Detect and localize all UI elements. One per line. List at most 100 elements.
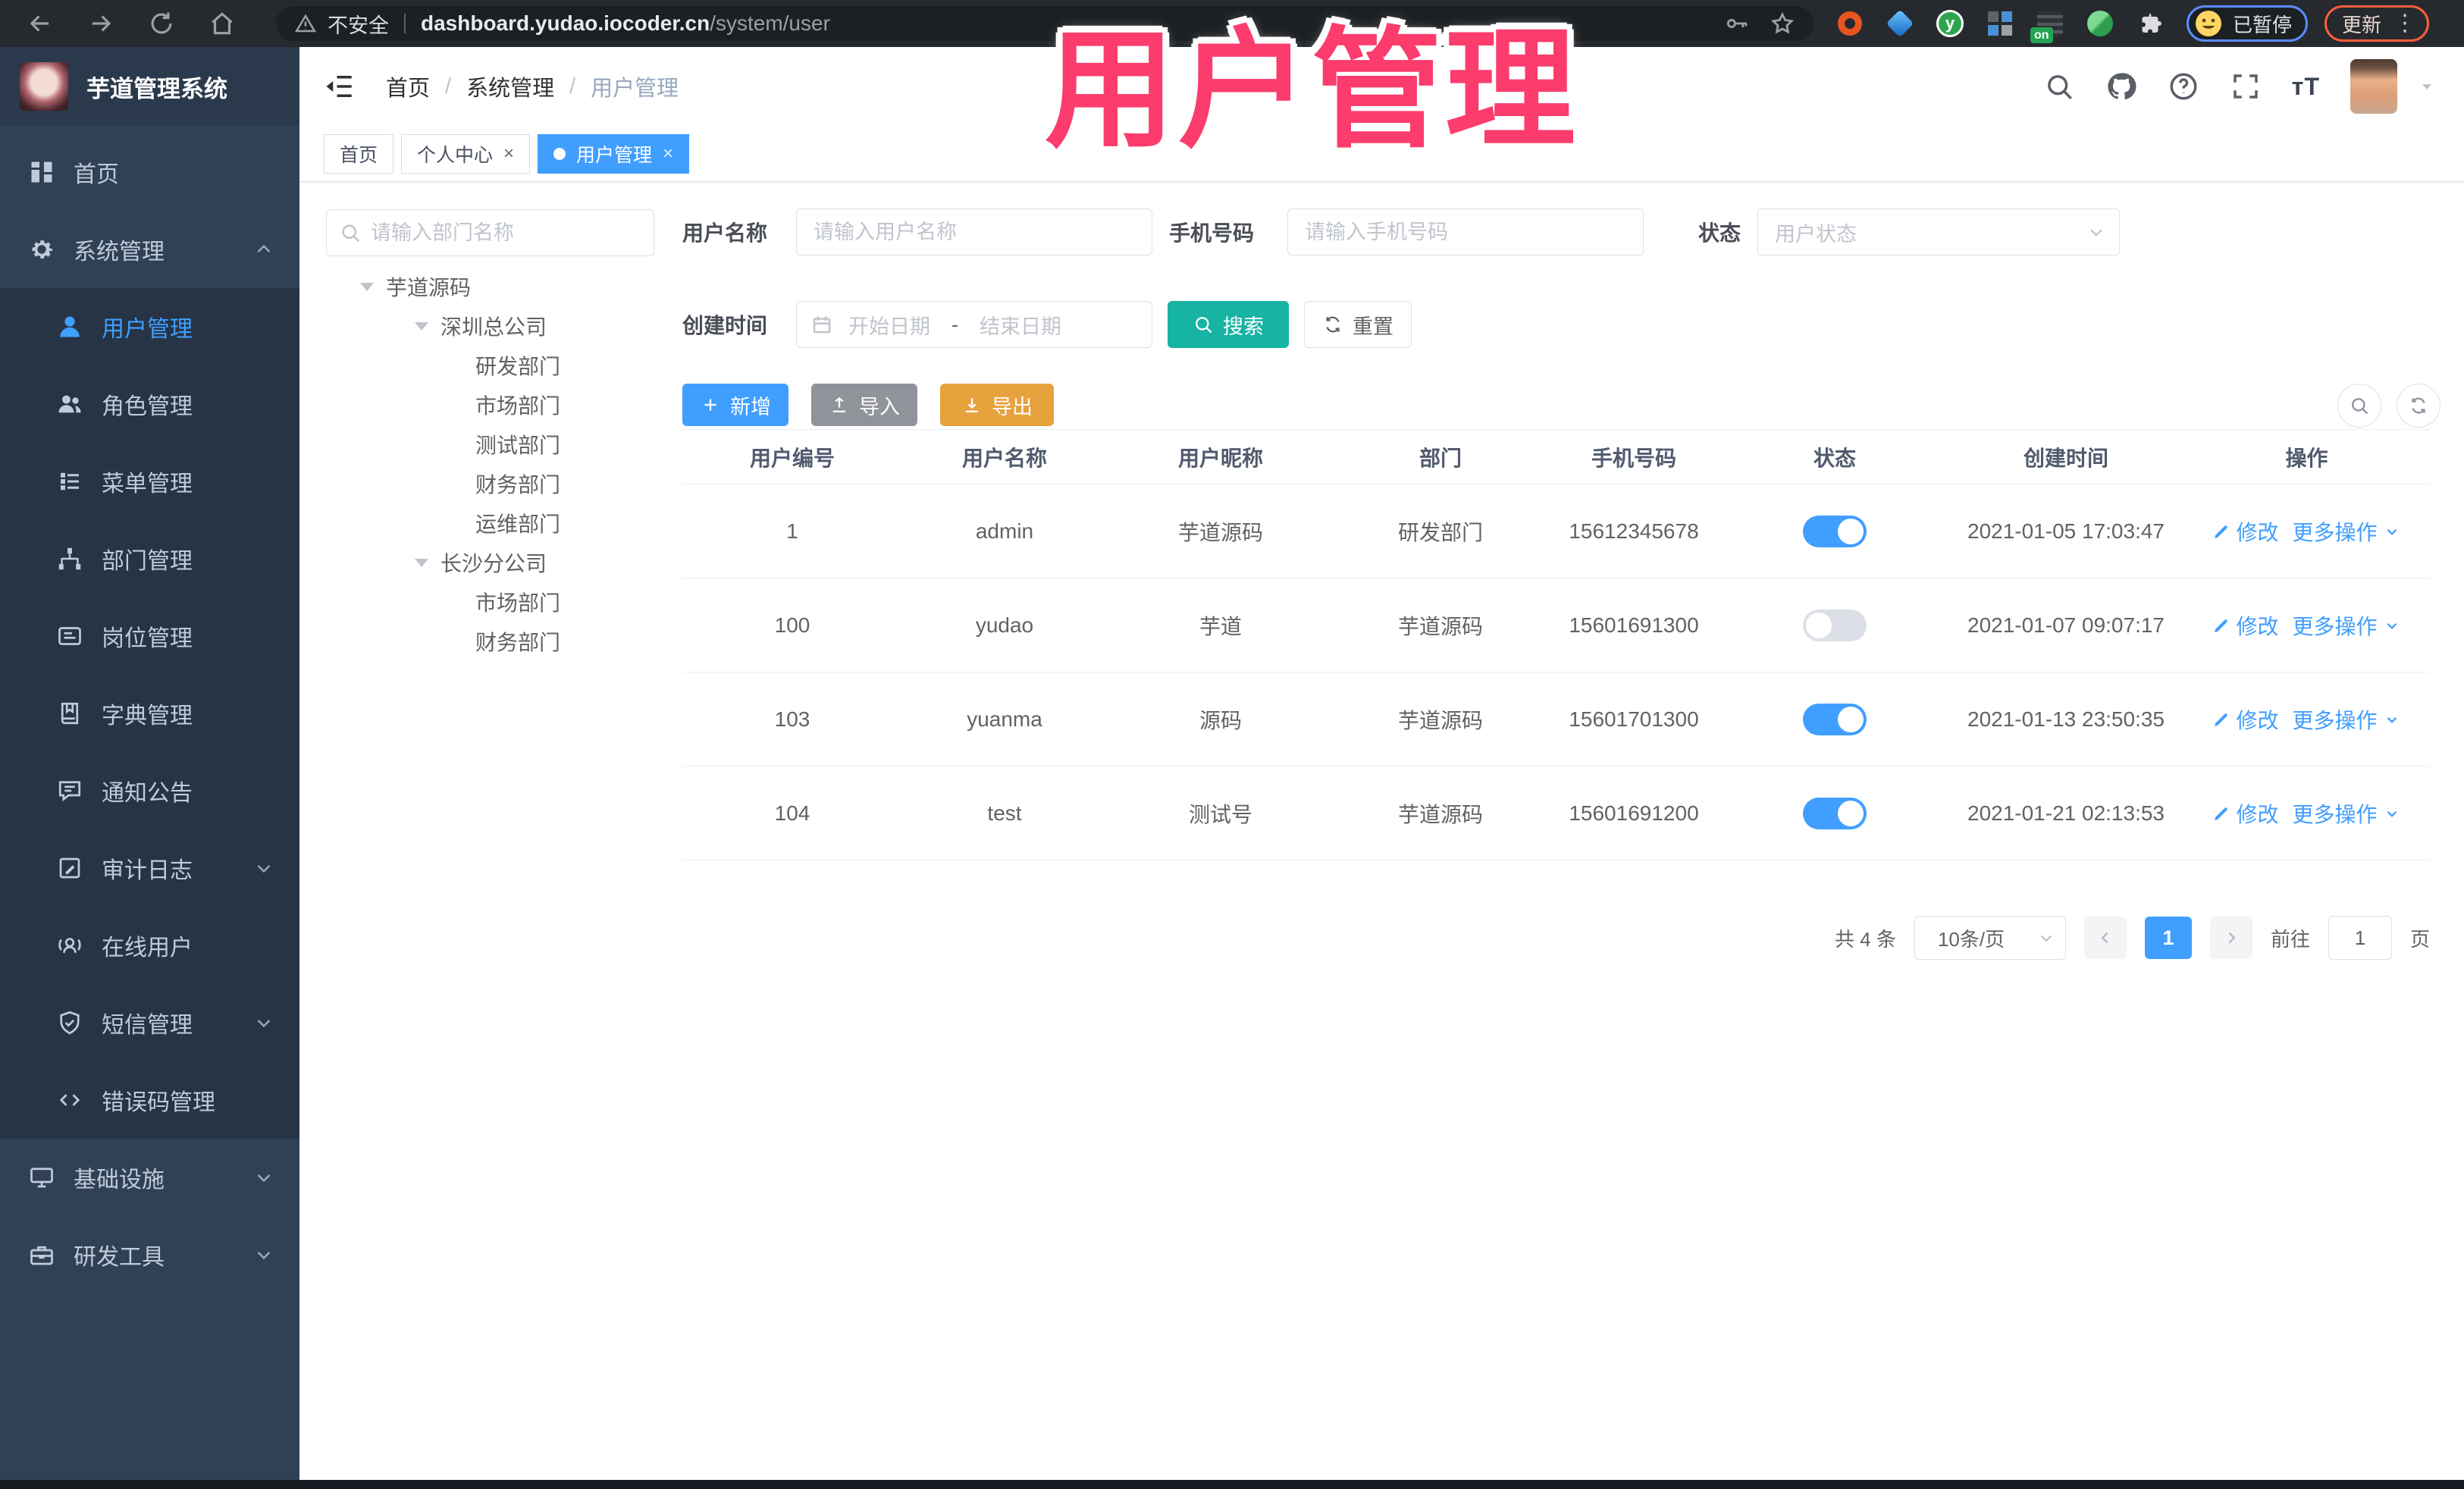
sidebar-fold-icon[interactable] (324, 71, 356, 102)
home-icon[interactable] (208, 9, 237, 38)
tree-expand-caret-icon[interactable] (415, 321, 428, 331)
update-label: 更新 (2342, 13, 2382, 36)
column-header[interactable]: 用户编号 (682, 442, 902, 472)
more-actions-link[interactable]: 更多操作 (2293, 516, 2402, 547)
extension-grid-icon[interactable] (1986, 10, 2014, 37)
github-icon[interactable] (2105, 71, 2137, 102)
extension-ubuntu-icon[interactable] (1836, 10, 1864, 37)
status-select[interactable]: 用户状态 (1757, 208, 2121, 255)
edit-link[interactable]: 修改 (2212, 798, 2279, 829)
sidebar-item-menu[interactable]: 菜单管理 (0, 443, 299, 520)
edit-link[interactable]: 修改 (2212, 516, 2279, 547)
sidebar-item-sms[interactable]: 短信管理 (0, 984, 299, 1061)
tree-expand-caret-icon[interactable] (360, 282, 374, 291)
tree-node[interactable]: 市场部门 (326, 385, 682, 425)
sidebar-item-dept[interactable]: 部门管理 (0, 520, 299, 597)
tab-home[interactable]: 首页 (324, 133, 394, 174)
sidebar-item-post[interactable]: 岗位管理 (0, 597, 299, 675)
app-logo[interactable]: 芋道管理系统 (0, 47, 299, 126)
column-header[interactable]: 部门 (1334, 442, 1547, 472)
table-search-toggle-icon[interactable] (2337, 384, 2381, 428)
back-icon[interactable] (26, 9, 55, 38)
column-header[interactable]: 用户名称 (902, 442, 1107, 472)
browser-update-button[interactable]: 更新 ⋮ (2324, 5, 2430, 42)
column-header[interactable]: 创建时间 (1948, 442, 2183, 472)
bookmark-star-icon[interactable] (1770, 11, 1795, 36)
tree-node[interactable]: 测试部门 (326, 425, 682, 464)
browser-menu-kebab-icon[interactable]: ⋮ (2393, 12, 2416, 35)
extensions-puzzle-icon[interactable] (2136, 10, 2164, 37)
tab-close-icon[interactable]: × (503, 143, 514, 165)
table-refresh-icon[interactable] (2397, 384, 2440, 428)
column-header[interactable]: 用户昵称 (1107, 442, 1334, 472)
tree-node[interactable]: 研发部门 (326, 346, 682, 385)
dashboard-icon (28, 158, 55, 186)
edit-link[interactable]: 修改 (2212, 704, 2279, 735)
tree-node[interactable]: 深圳总公司 (326, 306, 682, 346)
sidebar-item-error-code[interactable]: 错误码管理 (0, 1061, 299, 1139)
sidebar-item-system[interactable]: 系统管理 (0, 211, 299, 288)
tab-user[interactable]: 用户管理 × (538, 133, 690, 174)
search-button[interactable]: 搜索 (1168, 301, 1289, 348)
help-icon[interactable] (2168, 71, 2199, 102)
tab-close-icon[interactable]: × (663, 143, 673, 165)
username-input[interactable] (813, 220, 1135, 244)
goto-page-input[interactable] (2328, 916, 2392, 960)
add-button[interactable]: 新增 (682, 384, 788, 426)
breadcrumb-item[interactable]: 首页 (386, 71, 430, 102)
sidebar-item-dev-tools[interactable]: 研发工具 (0, 1216, 299, 1293)
sidebar-item-infra[interactable]: 基础设施 (0, 1139, 299, 1216)
status-toggle[interactable] (1803, 797, 1867, 829)
mobile-input[interactable] (1305, 220, 1626, 244)
import-button[interactable]: 导入 (811, 384, 917, 426)
date-range-picker[interactable]: 开始日期 - 结束日期 (796, 301, 1152, 348)
address-bar[interactable]: 不安全 dashboard.yudao.iocoder.cn/system/us… (276, 6, 1814, 41)
reload-icon[interactable] (147, 9, 176, 38)
extension-spray-icon[interactable] (2086, 10, 2114, 37)
page-number-button[interactable]: 1 (2144, 917, 2192, 959)
fullscreen-icon[interactable] (2230, 71, 2262, 102)
more-actions-link[interactable]: 更多操作 (2293, 798, 2402, 829)
export-button[interactable]: 导出 (940, 384, 1054, 426)
sidebar-item-online-user[interactable]: 在线用户 (0, 907, 299, 984)
prev-page-button[interactable] (2083, 917, 2127, 959)
page-size-select[interactable]: 10条/页 (1914, 916, 2066, 960)
breadcrumb-item[interactable]: 系统管理 (466, 71, 554, 102)
sidebar-item-notice[interactable]: 通知公告 (0, 752, 299, 829)
sidebar-item-dict[interactable]: 字典管理 (0, 675, 299, 752)
browser-profile-chip[interactable]: 已暂停 (2187, 5, 2309, 42)
tree-node[interactable]: 市场部门 (326, 582, 682, 622)
forward-icon[interactable] (86, 9, 115, 38)
status-toggle[interactable] (1803, 609, 1867, 641)
reset-button[interactable]: 重置 (1304, 301, 1412, 348)
avatar-caret-down-icon[interactable] (2417, 77, 2437, 96)
more-actions-link[interactable]: 更多操作 (2293, 610, 2402, 641)
column-header[interactable]: 手机号码 (1547, 442, 1721, 472)
font-size-icon[interactable]: тT (2292, 73, 2320, 101)
tree-node[interactable]: 芋道源码 (326, 267, 682, 306)
sidebar-item-home[interactable]: 首页 (0, 133, 299, 211)
column-header[interactable]: 操作 (2183, 442, 2430, 472)
user-avatar[interactable] (2350, 59, 2397, 114)
tree-expand-caret-icon[interactable] (415, 558, 428, 567)
extension-gem-icon[interactable] (1886, 9, 1914, 38)
sidebar-item-user[interactable]: 用户管理 (0, 288, 299, 365)
sidebar-item-audit-log[interactable]: 审计日志 (0, 829, 299, 907)
edit-link[interactable]: 修改 (2212, 610, 2279, 641)
more-actions-link[interactable]: 更多操作 (2293, 704, 2402, 735)
tree-node[interactable]: 运维部门 (326, 503, 682, 543)
column-header[interactable]: 状态 (1721, 442, 1948, 472)
password-key-icon[interactable] (1724, 11, 1750, 36)
search-icon[interactable] (2043, 71, 2075, 102)
dept-search-input[interactable] (371, 221, 641, 245)
extension-y-icon[interactable]: y (1936, 10, 1964, 37)
tree-node[interactable]: 财务部门 (326, 464, 682, 503)
tree-node[interactable]: 财务部门 (326, 622, 682, 661)
extension-switch-icon[interactable]: on (2030, 10, 2064, 43)
sidebar-item-role[interactable]: 角色管理 (0, 365, 299, 443)
status-toggle[interactable] (1803, 703, 1867, 735)
status-toggle[interactable] (1803, 515, 1867, 547)
tab-profile[interactable]: 个人中心 × (401, 133, 531, 174)
next-page-button[interactable] (2209, 917, 2252, 959)
tree-node[interactable]: 长沙分公司 (326, 543, 682, 582)
